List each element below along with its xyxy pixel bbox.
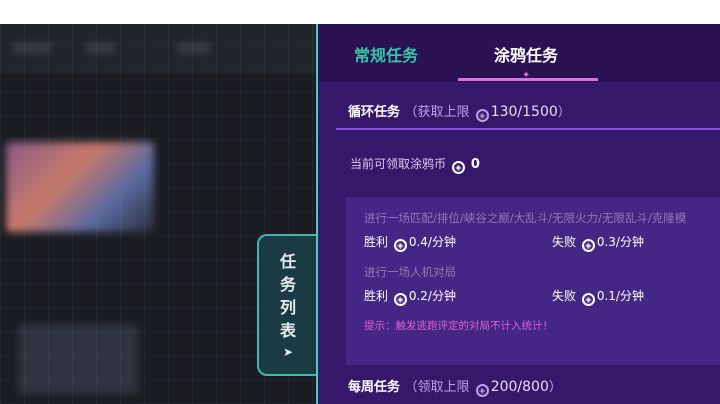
- win-rate: 胜利 ◈ 0.4/分钟: [364, 233, 456, 252]
- weekly-task-title: 每周任务: [348, 380, 401, 395]
- task-list-char: 列: [279, 298, 296, 317]
- task-rules-box: 进行一场匹配/排位/峡谷之巅/大乱斗/无限火力/无限乱斗/克隆模 胜利 ◈ 0.4…: [346, 197, 720, 365]
- lose-rate-value: 0.1/分钟: [596, 289, 644, 303]
- current-claimable: 当前可领取涂鸦币 ◈ 0: [350, 155, 480, 174]
- win-rate-value: 0.4/分钟: [408, 235, 456, 249]
- lose-rate: 失败 ◈ 0.3/分钟: [552, 233, 644, 252]
- arrow-icon: ➤: [282, 345, 294, 359]
- limit-prefix: （获取上限: [404, 105, 470, 120]
- tab-bar: 常规任务 涂鸦任务 ✦: [318, 24, 720, 82]
- tab-regular-tasks[interactable]: 常规任务: [354, 42, 418, 66]
- rule-description: 进行一场匹配/排位/峡谷之巅/大乱斗/无限火力/无限乱斗/克隆模: [364, 211, 687, 225]
- graffiti-coin-icon: ◈: [581, 239, 595, 252]
- limit-suffix: ）: [557, 105, 571, 120]
- limit-prefix: （领取上限: [404, 380, 470, 395]
- section-divider: [336, 128, 720, 130]
- lose-rate-value: 0.3/分钟: [596, 235, 644, 249]
- weekly-task-limit: （领取上限 ◈ 200/800）: [404, 379, 562, 397]
- graffiti-coin-icon: ◈: [451, 161, 465, 174]
- loop-task-heading: 循环任务 （获取上限 ◈ 130/1500）: [348, 101, 571, 122]
- escape-warning: 提示：触发逃跑评定的对局不计入统计！: [364, 320, 553, 332]
- current-claimable-label: 当前可领取涂鸦币: [350, 157, 447, 171]
- tab-graffiti-tasks[interactable]: 涂鸦任务: [494, 42, 558, 66]
- rule-description: 进行一场人机对局: [364, 265, 456, 279]
- weekly-task-heading: 每周任务 （领取上限 ◈ 200/800）: [348, 376, 562, 397]
- win-label: 胜利: [364, 235, 389, 249]
- task-list-char: 任: [279, 252, 296, 271]
- lose-label: 失败: [552, 289, 577, 303]
- task-list-char: 表: [279, 321, 296, 340]
- lose-rate: 失败 ◈ 0.1/分钟: [552, 287, 644, 306]
- weekly-limit-value: 200/800: [490, 379, 549, 395]
- task-panel: 常规任务 涂鸦任务 ✦ 循环任务 （获取上限 ◈ 130/1500） 当前可领取涂…: [316, 24, 720, 404]
- task-list-char: 务: [279, 275, 296, 294]
- loop-limit-value: 130/1500: [490, 104, 558, 120]
- loop-task-limit: （获取上限 ◈ 130/1500）: [404, 104, 571, 122]
- graffiti-coin-icon: ◈: [393, 293, 407, 306]
- task-list-tab[interactable]: 任 务 列 表 ➤: [257, 234, 317, 376]
- win-rate: 胜利 ◈ 0.2/分钟: [364, 287, 456, 306]
- win-label: 胜利: [364, 289, 389, 303]
- graffiti-coin-icon: ◈: [393, 239, 407, 252]
- graffiti-coin-icon: ◈: [475, 109, 489, 122]
- graffiti-coin-icon: ◈: [581, 293, 595, 306]
- tab-marker-icon: ✦: [522, 70, 531, 81]
- current-claimable-value: 0: [470, 157, 480, 172]
- lose-label: 失败: [552, 235, 577, 249]
- loop-task-title: 循环任务: [348, 105, 401, 120]
- graffiti-coin-icon: ◈: [475, 384, 489, 397]
- win-rate-value: 0.2/分钟: [408, 289, 456, 303]
- limit-suffix: ）: [548, 380, 562, 395]
